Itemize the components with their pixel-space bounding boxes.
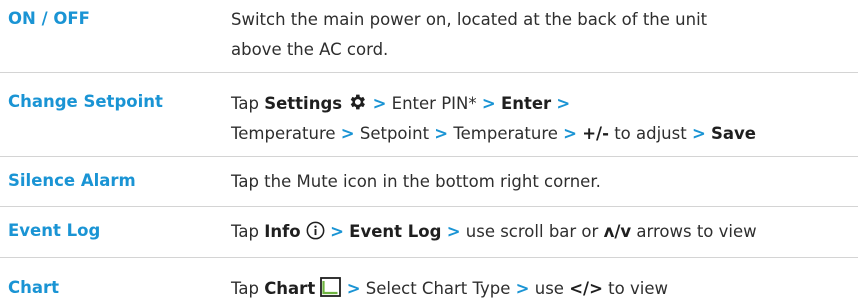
text-enter: Enter [500,94,552,113]
text-tap: Tap [231,94,259,113]
description-line: Tap Info > Event Log > use scroll bar or… [231,217,855,247]
instruction-table: ON / OFF Switch the main power on, locat… [0,0,858,306]
table-row: ON / OFF Switch the main power on, locat… [0,0,858,72]
separator: > [481,94,496,113]
gear-icon [351,94,366,110]
chart-icon [320,277,342,297]
row-term-change-setpoint: Change Setpoint [8,92,163,111]
table-row: Silence Alarm Tap the Mute icon in the b… [0,156,858,206]
text-enter-pin: Enter PIN* [391,94,477,113]
text-select-chart-type: Select Chart Type [365,279,511,298]
table-row: Change Setpoint Tap Settings > Enter PIN… [0,72,858,156]
row-description: Tap the Mute icon in the bottom right co… [231,167,855,197]
description-line: Switch the main power on, located at the… [231,10,708,29]
separator: > [556,94,571,113]
separator: > [340,124,355,143]
description-line: Tap the Mute icon in the bottom right co… [231,172,601,191]
separator: > [372,94,387,113]
row-description: Tap Settings > Enter PIN* > Enter > Temp… [231,89,855,149]
table-row: Chart Tap Chart > Select Chart Type > us… [0,257,858,306]
text-tap: Tap [231,279,259,298]
text-plus-minus: +/- [582,124,609,143]
text-up-down-arrows: ʌ/v [603,222,632,241]
text-use-scroll-bar: use scroll bar or [465,222,599,241]
text-event-log: Event Log [349,222,442,241]
row-description: Tap Info > Event Log > use scroll bar or… [231,217,855,247]
info-icon [306,221,325,240]
text-temperature: Temperature [453,124,558,143]
text-temperature: Temperature [231,124,336,143]
description-line: above the AC cord. [231,40,389,59]
separator: > [346,279,361,298]
separator: > [434,124,449,143]
row-term-chart: Chart [8,278,60,297]
row-term-event-log: Event Log [8,221,101,240]
row-term-on-off: ON / OFF [8,9,90,28]
text-to-view: to view [608,279,668,298]
text-settings: Settings [264,94,343,113]
text-left-right-arrows: </> [569,279,603,298]
separator: > [563,124,577,143]
description-line: Temperature > Setpoint > Temperature > +… [231,119,855,149]
text-setpoint: Setpoint [359,124,430,143]
separator: > [446,222,461,241]
text-to-adjust: to adjust [614,124,687,143]
description-line: Tap Settings > Enter PIN* > Enter > [231,89,855,119]
text-save: Save [711,124,756,143]
separator: > [515,279,530,298]
row-description: Tap Chart > Select Chart Type > use </> … [231,274,855,304]
row-description: Switch the main power on, located at the… [231,5,855,65]
description-line: Tap Chart > Select Chart Type > use </> … [231,274,855,304]
table-row: Event Log Tap Info > Event Log > use scr… [0,206,858,257]
separator: > [330,222,344,241]
text-chart: Chart [264,279,316,298]
text-use: use [534,279,564,298]
text-arrows-to-view: arrows to view [636,222,757,241]
text-tap: Tap [231,222,259,241]
text-info: Info [264,222,301,241]
separator: > [691,124,706,143]
row-term-silence-alarm: Silence Alarm [8,171,136,190]
